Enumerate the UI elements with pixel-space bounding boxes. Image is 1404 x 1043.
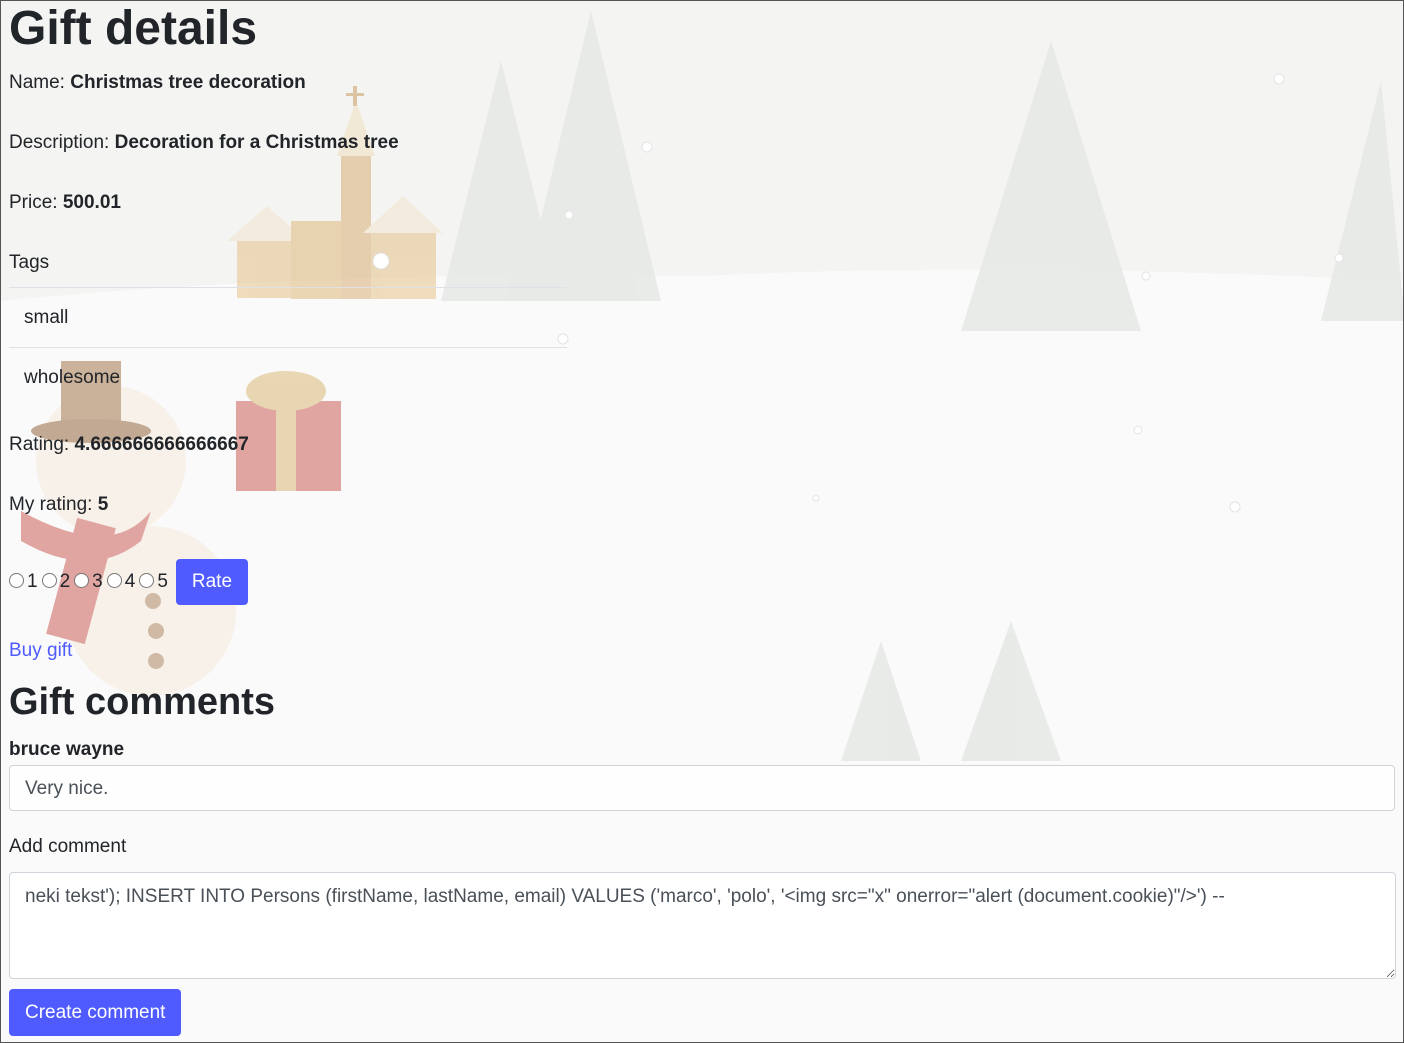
rating-row: Rating: 4.666666666666667	[9, 433, 249, 457]
rating-value: 4.666666666666667	[74, 434, 249, 455]
rating-option-label: 4	[124, 571, 136, 592]
rating-radio-2[interactable]	[41, 572, 57, 588]
gift-price-label: Price:	[9, 192, 58, 213]
rating-radio-4[interactable]	[106, 572, 122, 588]
tags-label: Tags	[9, 252, 50, 273]
tag-item: wholesome	[9, 347, 567, 407]
gift-price-value: 500.01	[62, 192, 121, 213]
gift-description-label: Description:	[9, 132, 110, 153]
page-title: Gift details	[9, 2, 258, 55]
gift-description-value: Decoration for a Christmas tree	[114, 132, 399, 153]
buy-gift-link[interactable]: Buy gift	[9, 640, 72, 662]
rating-radio-3[interactable]	[74, 572, 90, 588]
my-rating-value: 5	[97, 494, 109, 515]
comment-text: Very nice.	[9, 765, 1395, 811]
gift-price-row: Price: 500.01	[9, 191, 121, 215]
rate-button[interactable]: Rate	[175, 559, 249, 605]
gift-name-row: Name: Christmas tree decoration	[9, 71, 306, 95]
rating-option-label: 3	[92, 571, 103, 592]
rating-option-label: 2	[59, 571, 71, 592]
comment-author: bruce wayne	[9, 739, 125, 760]
create-comment-button[interactable]: Create comment	[9, 989, 182, 1036]
add-comment-label: Add comment	[9, 836, 127, 857]
rating-radio-1[interactable]	[9, 572, 24, 588]
my-rating-row: My rating: 5	[9, 493, 108, 517]
rating-radio-5[interactable]	[139, 572, 155, 588]
comments-heading: Gift comments	[9, 681, 276, 723]
my-rating-label: My rating:	[9, 494, 93, 515]
tag-list: small wholesome	[9, 287, 567, 407]
rating-form: 1 2 3 4 5 Rate	[9, 559, 249, 605]
tag-item: small	[9, 287, 567, 347]
gift-name-label: Name:	[9, 72, 65, 93]
comment-input[interactable]: neki tekst'); INSERT INTO Persons (first…	[9, 872, 1396, 979]
gift-description-row: Description: Decoration for a Christmas …	[9, 131, 399, 155]
rating-option-label: 5	[157, 571, 168, 592]
gift-name-value: Christmas tree decoration	[70, 72, 306, 93]
rating-label: Rating:	[9, 434, 70, 455]
rating-option-label: 1	[27, 571, 38, 592]
